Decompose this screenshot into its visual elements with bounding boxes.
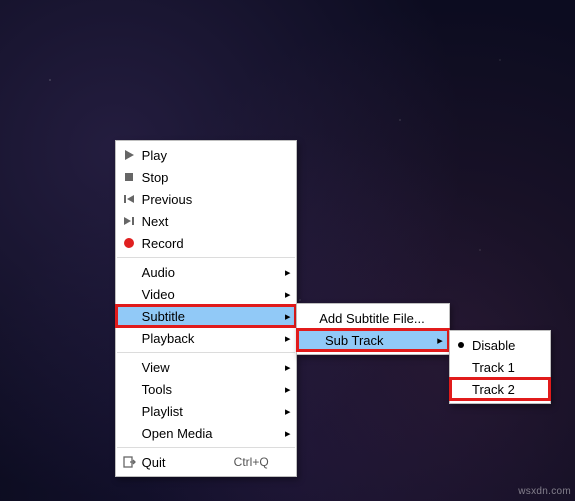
context-menu-subtrack: Disable Track 1 Track 2 [449, 330, 551, 404]
submenu-arrow-icon: ▸ [280, 310, 297, 323]
submenu-arrow-icon: ▸ [280, 427, 297, 440]
menu-item-label: Next [142, 214, 234, 229]
menu-item-label: Open Media [142, 426, 234, 441]
context-menu-main: Play Stop Previous Next Record [115, 140, 297, 477]
menu-item-label: Track 1 [472, 360, 550, 375]
menu-item-label: Sub Track [325, 333, 431, 348]
menu-item-label: Record [142, 236, 234, 251]
menu-item-subtitle[interactable]: Subtitle ▸ [116, 305, 296, 327]
menu-item-previous[interactable]: Previous [116, 188, 296, 210]
menu-item-play[interactable]: Play [116, 144, 296, 166]
menu-item-quit[interactable]: Quit Ctrl+Q [116, 451, 296, 473]
menu-item-label: Track 2 [472, 382, 550, 397]
submenu-arrow-icon: ▸ [280, 332, 297, 345]
menu-item-next[interactable]: Next [116, 210, 296, 232]
menu-item-label: Previous [142, 192, 234, 207]
menu-item-label: Add Subtitle File... [319, 311, 435, 326]
menu-item-label: Playback [142, 331, 234, 346]
menu-separator [117, 257, 295, 258]
menu-item-label: Video [142, 287, 234, 302]
submenu-arrow-icon: ▸ [431, 334, 449, 347]
menu-item-shortcut: Ctrl+Q [234, 455, 280, 469]
menu-item-record[interactable]: Record [116, 232, 296, 254]
menu-item-track-2[interactable]: Track 2 [450, 378, 550, 400]
menu-item-tools[interactable]: Tools ▸ [116, 378, 296, 400]
submenu-arrow-icon: ▸ [280, 361, 297, 374]
menu-item-stop[interactable]: Stop [116, 166, 296, 188]
menu-item-video[interactable]: Video ▸ [116, 283, 296, 305]
radio-selected-icon [450, 342, 472, 348]
menu-item-label: Quit [142, 455, 234, 470]
menu-item-audio[interactable]: Audio ▸ [116, 261, 296, 283]
submenu-arrow-icon: ▸ [280, 405, 297, 418]
menu-item-label: View [142, 360, 234, 375]
menu-item-disable-subtitles[interactable]: Disable [450, 334, 550, 356]
submenu-arrow-icon: ▸ [280, 266, 297, 279]
menu-item-label: Audio [142, 265, 234, 280]
menu-item-label: Tools [142, 382, 234, 397]
menu-item-add-subtitle-file[interactable]: Add Subtitle File... [297, 307, 449, 329]
submenu-arrow-icon: ▸ [280, 383, 297, 396]
menu-separator [117, 447, 295, 448]
menu-item-open-media[interactable]: Open Media ▸ [116, 422, 296, 444]
menu-item-label: Playlist [142, 404, 234, 419]
stop-icon [116, 170, 142, 184]
watermark-text: wsxdn.com [518, 486, 571, 497]
context-menu-subtitle: Add Subtitle File... Sub Track ▸ [296, 303, 450, 355]
menu-item-sub-track[interactable]: Sub Track ▸ [297, 329, 449, 351]
menu-item-label: Disable [472, 338, 550, 353]
record-icon [116, 236, 142, 250]
menu-item-view[interactable]: View ▸ [116, 356, 296, 378]
submenu-arrow-icon: ▸ [280, 288, 297, 301]
menu-item-label: Subtitle [142, 309, 234, 324]
menu-item-label: Play [142, 148, 234, 163]
previous-icon [116, 192, 142, 206]
menu-item-track-1[interactable]: Track 1 [450, 356, 550, 378]
menu-separator [117, 352, 295, 353]
play-icon [116, 148, 142, 162]
menu-item-playback[interactable]: Playback ▸ [116, 327, 296, 349]
quit-icon [116, 455, 142, 469]
menu-item-label: Stop [142, 170, 234, 185]
menu-item-playlist[interactable]: Playlist ▸ [116, 400, 296, 422]
next-icon [116, 214, 142, 228]
